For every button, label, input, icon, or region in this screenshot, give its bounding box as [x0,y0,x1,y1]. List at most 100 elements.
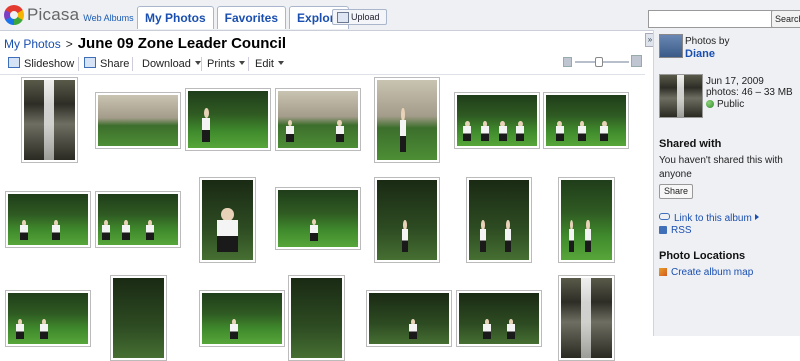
photo-image [377,180,437,260]
picasa-logo[interactable]: Picasa Web Albums [4,5,134,25]
photo-image [202,293,282,344]
photo-thumbnail[interactable] [288,275,345,361]
album-sidebar: Photos by Diane Jun 17, 2009 photos: 46 … [653,30,800,336]
envelope-icon [84,57,96,68]
globe-icon [706,100,714,108]
photo-thumbnail[interactable] [456,290,542,347]
link-icon [659,213,670,220]
slideshow-button[interactable]: Slideshow [8,57,74,71]
toolbar-divider [78,57,79,71]
album-title: June 09 Zone Leader Council [77,35,287,52]
photo-image [278,190,358,247]
chevron-right-icon [754,214,759,220]
photo-image [202,180,253,260]
photo-image [8,194,88,245]
breadcrumb: My Photos > June 09 Zone Leader Council [4,35,286,52]
photo-thumbnail[interactable] [5,290,91,347]
photo-image [8,293,88,344]
album-date: Jun 17, 2009 [706,76,764,87]
photo-thumbnail[interactable] [199,177,256,263]
photo-thumbnail[interactable] [366,290,452,347]
logo-subtitle: Web Albums [83,12,134,23]
map-icon [659,268,667,276]
photo-thumbnail[interactable] [95,92,181,149]
album-cover-image[interactable] [659,74,703,118]
picasa-logo-icon [4,5,24,25]
chevron-down-icon [277,61,284,65]
chevron-down-icon [239,61,246,65]
photo-thumbnail[interactable] [275,187,361,250]
upload-icon [337,12,349,23]
photo-locations-heading: Photo Locations [659,250,746,262]
visibility-status: Public [706,99,744,110]
photo-thumbnail[interactable] [558,275,615,361]
photo-image [98,194,178,245]
photo-thumbnail[interactable] [543,92,629,149]
rss-label: RSS [671,225,692,236]
photo-image [457,95,537,146]
search-input[interactable] [648,10,774,28]
photo-image [98,95,178,146]
prints-menu[interactable]: Prints [207,57,246,71]
photo-thumbnail[interactable] [466,177,532,263]
tab-my-photos[interactable]: My Photos [137,6,214,29]
main-tabs: My Photos Favorites Explore [137,6,352,29]
large-thumbnail-icon[interactable] [631,55,642,67]
photo-image [459,293,539,344]
photo-thumbnail[interactable] [374,77,440,163]
photo-thumbnail[interactable] [275,88,361,151]
shared-with-heading: Shared with [659,138,722,150]
top-bar: Picasa Web Albums My Photos Favorites Ex… [0,0,800,31]
photo-thumbnail[interactable] [374,177,440,263]
download-menu[interactable]: Download [142,57,201,71]
edit-menu[interactable]: Edit [255,57,284,71]
photo-image [278,91,358,148]
create-album-map-link[interactable]: Create album map [659,267,753,278]
visibility-label: Public [717,99,745,110]
album-toolbar: Slideshow Share Download Prints Edit [0,54,645,75]
album-photo-count: photos: 46 – 33 MB [706,87,793,98]
search-button[interactable]: Search [771,10,800,28]
photos-by-label: Photos by [685,36,730,47]
photo-image [24,80,75,160]
link-to-album-label: Link to this album [674,213,752,224]
sidebar-share-button[interactable]: Share [659,184,694,199]
upload-button[interactable]: Upload [332,9,387,25]
photo-thumbnail[interactable] [110,275,167,361]
photo-thumbnail[interactable] [185,88,271,151]
rss-icon [659,226,667,234]
photo-thumbnail[interactable] [558,177,615,263]
upload-label: Upload [351,12,380,22]
thumbnail-size-slider[interactable] [563,55,643,68]
small-thumbnail-icon[interactable] [563,57,572,67]
edit-label: Edit [255,58,274,70]
owner-link[interactable]: Diane [685,48,715,60]
photo-image [377,80,437,160]
photo-thumbnail[interactable] [5,191,91,248]
photo-image [188,91,268,148]
photo-image [291,278,342,358]
photo-thumbnail[interactable] [95,191,181,248]
slideshow-icon [8,57,20,68]
photo-image [561,180,612,260]
logo-text: Picasa [27,5,80,24]
rss-link[interactable]: RSS [659,225,692,236]
photo-image [369,293,449,344]
slider-handle[interactable] [595,57,603,67]
photo-image [469,180,529,260]
photo-thumbnail[interactable] [199,290,285,347]
breadcrumb-my-photos[interactable]: My Photos [4,37,61,51]
slideshow-label: Slideshow [24,58,75,70]
prints-label: Prints [207,58,236,70]
create-album-map-label: Create album map [671,267,754,278]
tab-favorites[interactable]: Favorites [216,6,287,29]
toolbar-divider [248,57,249,71]
photo-grid [0,75,645,361]
photo-thumbnail[interactable] [21,77,78,163]
photo-image [113,278,164,358]
link-to-album[interactable]: Link to this album [659,213,759,224]
share-button[interactable]: Share [84,57,129,71]
avatar[interactable] [659,34,683,58]
shared-with-text: You haven't shared this with anyone [659,155,783,180]
photo-thumbnail[interactable] [454,92,540,149]
